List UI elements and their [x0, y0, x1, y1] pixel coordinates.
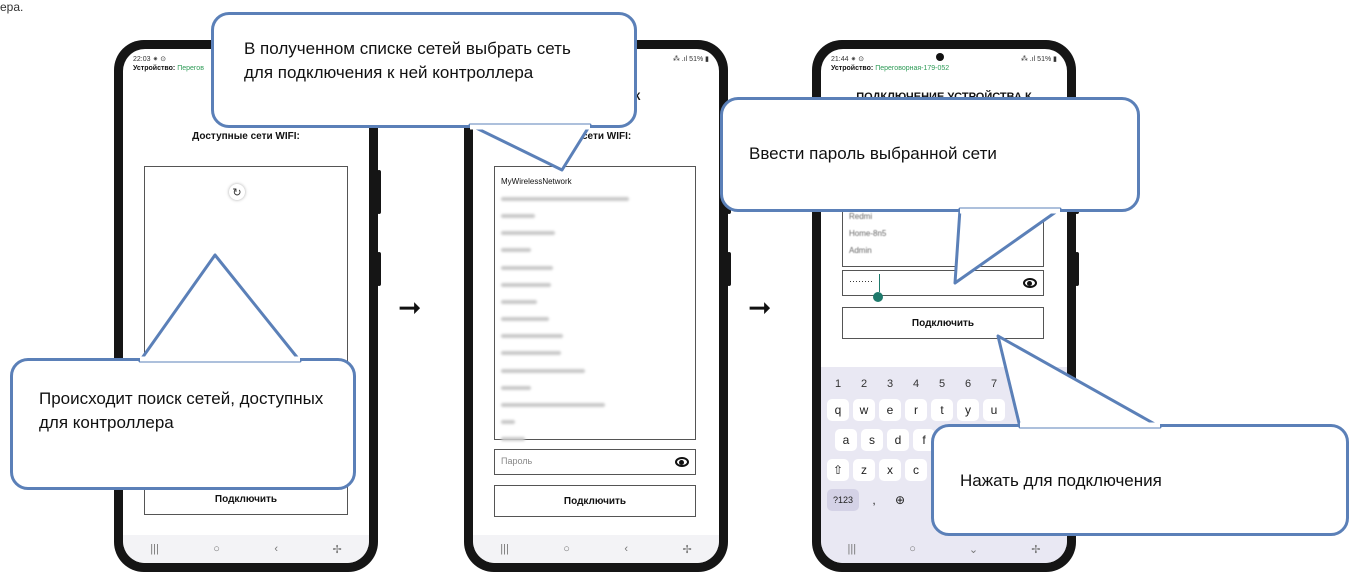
- tail-choose-network: [468, 123, 592, 172]
- tail-press-connect: [996, 334, 1162, 429]
- tail-enter-password: [953, 207, 1062, 285]
- callout-tails: [138, 123, 1162, 429]
- tail-searching: [138, 253, 302, 363]
